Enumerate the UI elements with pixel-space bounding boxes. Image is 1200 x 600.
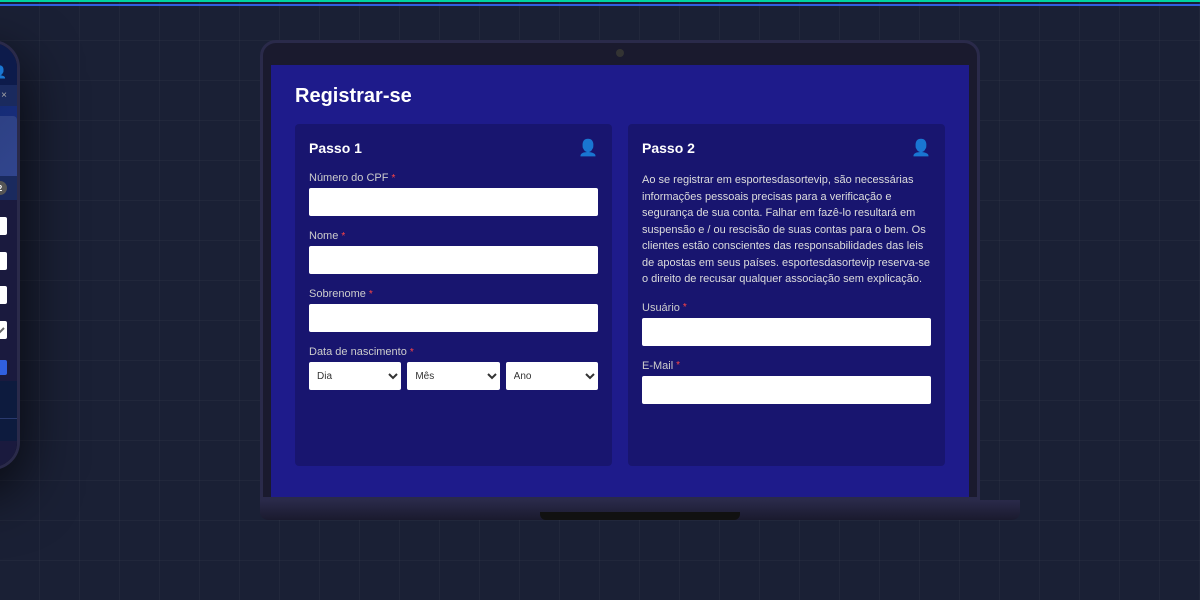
- laptop-body: Registrar-se Passo 1 👤 Número do CPF *: [260, 40, 980, 500]
- email-field: E-Mail *: [642, 360, 931, 404]
- phone-nome-field: Nome *: [0, 243, 7, 271]
- month-select[interactable]: Mês: [407, 362, 499, 390]
- banner-figures: [0, 116, 17, 176]
- year-select[interactable]: Ano: [506, 362, 598, 390]
- day-select[interactable]: Dia: [309, 362, 401, 390]
- phone-form: Número do CPF * Nome * Sobrenome *: [0, 200, 17, 354]
- green-line: [0, 0, 1200, 2]
- sobrenome-label: Sobrenome *: [309, 288, 598, 300]
- footer-link-aposr[interactable]: Aposr: [0, 404, 9, 410]
- step1-title: Passo 1: [309, 140, 362, 156]
- phone-banner: BEM-VINDO CADASTRE-SE JÁ: [0, 106, 17, 176]
- phone-nome-label: Nome *: [0, 243, 7, 250]
- screen-content: Registrar-se Passo 1 👤 Número do CPF *: [271, 65, 969, 497]
- nome-input[interactable]: [309, 246, 598, 274]
- email-input[interactable]: [642, 376, 931, 404]
- sobrenome-field: Sobrenome *: [309, 288, 598, 332]
- phone-nav: ☰ Esportesda Sorte 👤: [0, 43, 17, 85]
- user-icon[interactable]: 👤: [0, 65, 7, 79]
- phone-nome-input[interactable]: [0, 252, 7, 270]
- birthdate-row: Dia Mês Ano: [309, 362, 598, 390]
- nome-star: *: [341, 231, 345, 242]
- phone-birthdate-row: Dia Mês Ano: [0, 321, 7, 339]
- accent-lines: [0, 0, 1200, 6]
- phone-mockup: ☰ Esportesda Sorte 👤 ‹ Registrar-se ×: [0, 40, 20, 470]
- phone-cpf-label: Número do CPF *: [0, 208, 7, 215]
- phone-cpf-field: Número do CPF *: [0, 208, 7, 236]
- usuario-star: *: [683, 302, 687, 313]
- phone-body: ☰ Esportesda Sorte 👤 ‹ Registrar-se ×: [0, 40, 20, 470]
- cpf-label: Número do CPF *: [309, 172, 598, 184]
- laptop-camera: [616, 49, 624, 57]
- step2-person-icon: 👤: [911, 138, 931, 158]
- step1-person-icon: 👤: [578, 138, 598, 158]
- phone-steps: Passo 1 1 2: [0, 176, 17, 200]
- phone-cpf-input[interactable]: [0, 217, 7, 235]
- sobrenome-star: *: [369, 289, 373, 300]
- phone-screen: ☰ Esportesda Sorte 👤 ‹ Registrar-se ×: [0, 43, 17, 467]
- step1-header: Passo 1 👤: [309, 138, 598, 158]
- phone-birthdate-field: Data de nascimento * Dia Mês Ano: [0, 312, 7, 339]
- step2-dot: 2: [0, 181, 7, 195]
- footer-col-3: PRINCIPAL ESPORTES Aposr: [0, 387, 9, 412]
- page-title: Registrar-se: [295, 85, 945, 108]
- email-label: E-Mail *: [642, 360, 931, 372]
- footer-col3-title: PRINCIPAL: [0, 387, 9, 393]
- close-button[interactable]: ×: [1, 90, 7, 101]
- phone-sobrenome-label: Sobrenome *: [0, 277, 7, 284]
- laptop-base: [260, 500, 1020, 520]
- phone-next-button[interactable]: PASSO 2: [0, 360, 7, 375]
- step-dots: 1 2: [0, 181, 7, 195]
- phone-bottom-bar: ⌂ ⚽ 👤 ▦: [0, 418, 17, 441]
- phone-year-select[interactable]: Ano: [0, 321, 7, 339]
- step2-header: Passo 2 👤: [642, 138, 931, 158]
- form-columns: Passo 1 👤 Número do CPF *: [295, 124, 945, 466]
- phone-footer: Sobre Nós Detalhes da Empresa Promoções …: [0, 381, 17, 418]
- cpf-field: Número do CPF *: [309, 172, 598, 216]
- phone-sobrenome-field: Sobrenome *: [0, 277, 7, 305]
- usuario-field: Usuário *: [642, 302, 931, 346]
- sobrenome-input[interactable]: [309, 304, 598, 332]
- nome-field: Nome *: [309, 230, 598, 274]
- phone-breadcrumb: ‹ Registrar-se ×: [0, 85, 17, 106]
- phone-birthdate-label: Data de nascimento *: [0, 312, 7, 319]
- birthdate-field: Data de nascimento * Dia Mês: [309, 346, 598, 390]
- blue-line: [0, 4, 1200, 6]
- birthdate-label: Data de nascimento *: [309, 346, 598, 358]
- info-text: Ao se registrar em esportesdasortevip, s…: [642, 172, 931, 288]
- laptop-screen: Registrar-se Passo 1 👤 Número do CPF *: [271, 65, 969, 497]
- birthdate-star: *: [410, 347, 414, 358]
- footer-link-esportes[interactable]: ESPORTES: [0, 396, 9, 402]
- usuario-label: Usuário *: [642, 302, 931, 314]
- cpf-star: *: [391, 173, 395, 184]
- step1-column: Passo 1 👤 Número do CPF *: [295, 124, 612, 466]
- email-star: *: [676, 360, 680, 371]
- step2-title: Passo 2: [642, 140, 695, 156]
- figure-2: [0, 116, 17, 176]
- phone-sobrenome-input[interactable]: [0, 286, 7, 304]
- usuario-input[interactable]: [642, 318, 931, 346]
- nome-label: Nome *: [309, 230, 598, 242]
- cpf-input[interactable]: [309, 188, 598, 216]
- step2-column: Passo 2 👤 Ao se registrar em esportesdas…: [628, 124, 945, 466]
- laptop-mockup: Registrar-se Passo 1 👤 Número do CPF *: [260, 40, 1020, 560]
